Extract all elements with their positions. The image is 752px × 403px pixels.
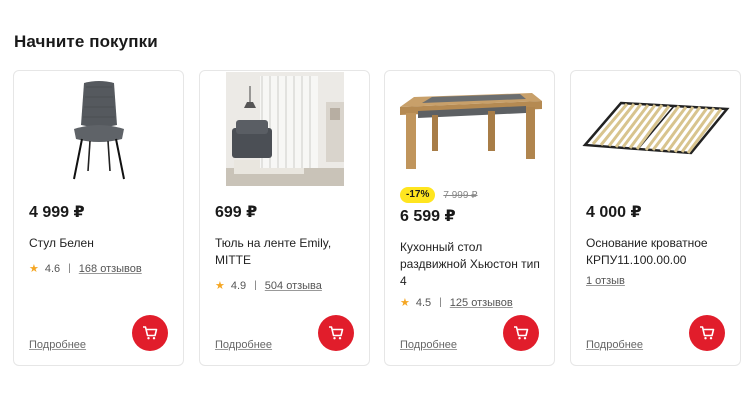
star-icon: ★	[400, 297, 410, 309]
rating-row: 1 отзыв	[586, 275, 728, 287]
more-link[interactable]: Подробнее	[215, 339, 272, 351]
rating-value: 4.9	[230, 279, 247, 292]
separator: |	[439, 297, 442, 308]
old-price: 7 999 ₽	[443, 189, 478, 201]
product-card[interactable]: 4 000 ₽ Основание кроватное КРПУ11.100.0…	[570, 70, 741, 366]
discount-row: -17% 7 999 ₽	[400, 187, 542, 203]
grey-chair-image	[72, 81, 125, 180]
rating-row: ★ 4.9 | 504 отзыва	[215, 279, 357, 293]
more-link[interactable]: Подробнее	[586, 339, 643, 351]
cart-icon	[143, 326, 158, 340]
rating-value: 4.5	[415, 296, 432, 309]
product-image[interactable]	[200, 71, 369, 187]
separator: |	[68, 263, 71, 274]
product-name[interactable]: Стул Белен	[29, 235, 171, 252]
reviews-link[interactable]: 125 отзывов	[450, 297, 513, 309]
product-name[interactable]: Основание кроватное КРПУ11.100.00.00	[586, 235, 728, 269]
product-price: 699 ₽	[215, 204, 258, 221]
product-name[interactable]: Кухонный стол раздвижной Хьюстон тип 4	[400, 239, 542, 290]
reviews-link[interactable]: 504 отзыва	[265, 280, 322, 292]
discount-badge: -17%	[400, 187, 436, 203]
more-link[interactable]: Подробнее	[29, 339, 86, 351]
add-to-cart-button[interactable]	[318, 315, 354, 351]
product-image[interactable]	[14, 71, 183, 187]
section-title: Начните покупки	[14, 32, 158, 51]
separator: |	[254, 280, 257, 291]
cart-icon	[329, 326, 344, 340]
product-card[interactable]: 699 ₽ Тюль на ленте Emily, MITTE ★ 4.9 |…	[199, 70, 370, 366]
product-card[interactable]: -17% 7 999 ₽ 6 599 ₽ Кухонный стол раздв…	[384, 70, 555, 366]
rating-row: ★ 4.5 | 125 отзывов	[400, 296, 542, 310]
rating-value: 4.6	[44, 262, 61, 275]
curtain-room-image	[225, 72, 344, 186]
add-to-cart-button[interactable]	[689, 315, 725, 351]
star-icon: ★	[215, 280, 225, 292]
cart-icon	[514, 326, 529, 340]
add-to-cart-button[interactable]	[503, 315, 539, 351]
star-icon: ★	[29, 263, 39, 275]
product-price: 4 000 ₽	[586, 204, 642, 221]
bed-base-image	[581, 101, 730, 155]
product-image[interactable]	[571, 71, 740, 187]
cart-icon	[700, 326, 715, 340]
reviews-link[interactable]: 1 отзыв	[586, 275, 625, 287]
add-to-cart-button[interactable]	[132, 315, 168, 351]
rating-row: ★ 4.6 | 168 отзывов	[29, 262, 171, 276]
product-price: 4 999 ₽	[29, 204, 85, 221]
reviews-link[interactable]: 168 отзывов	[79, 263, 142, 275]
product-card[interactable]: 4 999 ₽ Стул Белен ★ 4.6 | 168 отзывов П…	[13, 70, 184, 366]
product-price: 6 599 ₽	[400, 208, 456, 225]
kitchen-table-image	[399, 93, 542, 169]
product-image[interactable]	[385, 71, 554, 187]
product-name[interactable]: Тюль на ленте Emily, MITTE	[215, 235, 357, 269]
more-link[interactable]: Подробнее	[400, 339, 457, 351]
